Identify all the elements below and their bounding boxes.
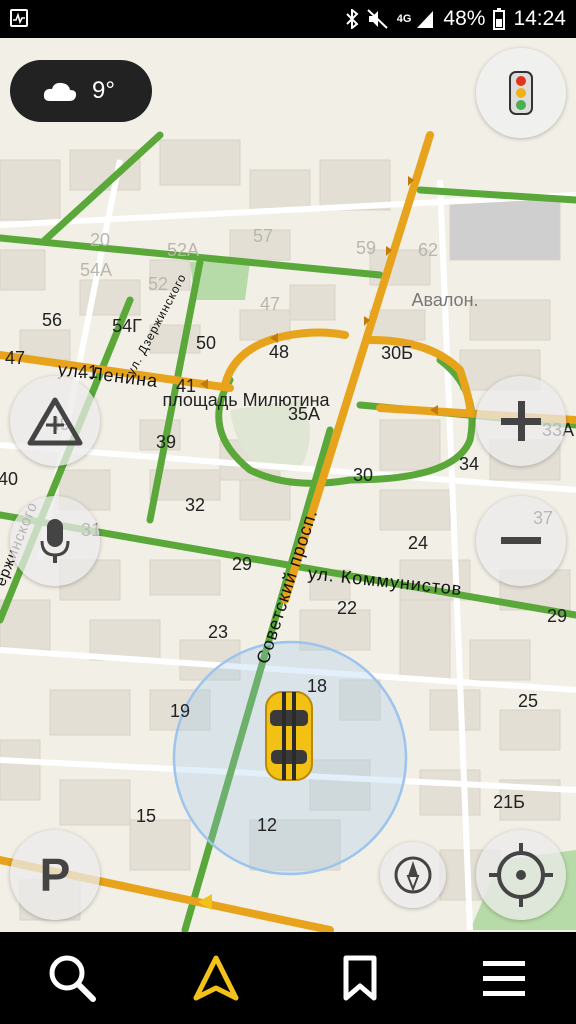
traffic-light-icon	[509, 71, 533, 115]
bluetooth-icon	[346, 9, 359, 29]
house-number: 59	[355, 238, 377, 258]
cloud-icon	[43, 82, 77, 101]
compass-icon	[394, 856, 432, 894]
house-number: 48	[268, 342, 290, 362]
menu-button[interactable]	[474, 948, 534, 1008]
road-alert-icon	[27, 397, 83, 446]
parking-label: P	[39, 849, 71, 901]
navigation-arrow-icon	[193, 955, 239, 1001]
bottom-navigation	[0, 932, 576, 1024]
house-number: 57	[252, 226, 274, 246]
house-number: 39	[155, 432, 177, 452]
zoom-out-button[interactable]	[476, 496, 566, 586]
traffic-button[interactable]	[476, 48, 566, 138]
search-icon	[49, 955, 96, 1002]
house-number: 25	[517, 691, 539, 711]
clock: 14:24	[513, 7, 566, 30]
house-number: 52А	[166, 240, 200, 260]
house-number: 29	[546, 606, 568, 626]
user-location-car-icon	[262, 688, 316, 784]
house-number: 24	[407, 533, 429, 553]
house-number: 12	[256, 815, 278, 835]
map-canvas	[0, 131, 576, 932]
house-number: 20	[89, 230, 111, 250]
house-number: 54А	[79, 260, 113, 280]
house-number: 34	[458, 454, 480, 474]
house-number: 62	[417, 240, 439, 260]
house-number: 21Б	[493, 792, 525, 812]
status-bar: 4G 48% 14:24	[0, 0, 576, 38]
house-number: 50	[195, 333, 217, 353]
voice-search-button[interactable]	[10, 496, 100, 586]
house-number: 23	[207, 622, 229, 642]
minus-icon	[501, 537, 541, 544]
zoom-in-button[interactable]	[476, 376, 566, 466]
plus-icon	[501, 401, 541, 441]
parking-button[interactable]: P	[10, 830, 100, 920]
house-number: 30Б	[381, 343, 413, 363]
house-number: 29	[231, 554, 253, 574]
battery-icon	[493, 8, 506, 30]
house-number: 52	[147, 274, 169, 294]
house-number: 40	[0, 469, 19, 489]
crosshair-icon	[489, 843, 553, 907]
weather-widget[interactable]: 9°	[10, 60, 152, 122]
house-number: 54Г	[112, 316, 142, 336]
house-number: 35А	[287, 404, 321, 424]
house-number: 15	[135, 806, 157, 826]
house-number: 22	[336, 598, 358, 618]
mute-icon	[367, 9, 388, 29]
house-number: 30	[352, 465, 374, 485]
navigation-button[interactable]	[186, 948, 246, 1008]
house-number: 47	[4, 348, 26, 368]
bookmarks-button[interactable]	[330, 948, 390, 1008]
battery-percent: 48%	[443, 7, 486, 30]
house-number: 19	[169, 701, 191, 721]
my-location-button[interactable]	[476, 830, 566, 920]
signal-icon	[417, 11, 434, 28]
network-type: 4G	[396, 13, 412, 25]
menu-icon	[483, 961, 525, 996]
bookmark-icon	[343, 955, 377, 1001]
house-number: 56	[41, 310, 63, 330]
house-number: 47	[259, 294, 281, 314]
map-view[interactable]: 20 52А 57 59 62 54А 52 47 Авалон. 56 54Г…	[0, 38, 576, 932]
app-notification-icon	[10, 9, 28, 27]
search-button[interactable]	[42, 948, 102, 1008]
house-number: 32	[184, 495, 206, 515]
compass-button[interactable]	[380, 842, 446, 908]
road-alert-button[interactable]	[10, 376, 100, 466]
temperature: 9°	[92, 77, 115, 104]
microphone-icon	[40, 519, 70, 563]
place-label-avalon: Авалон.	[411, 290, 479, 310]
